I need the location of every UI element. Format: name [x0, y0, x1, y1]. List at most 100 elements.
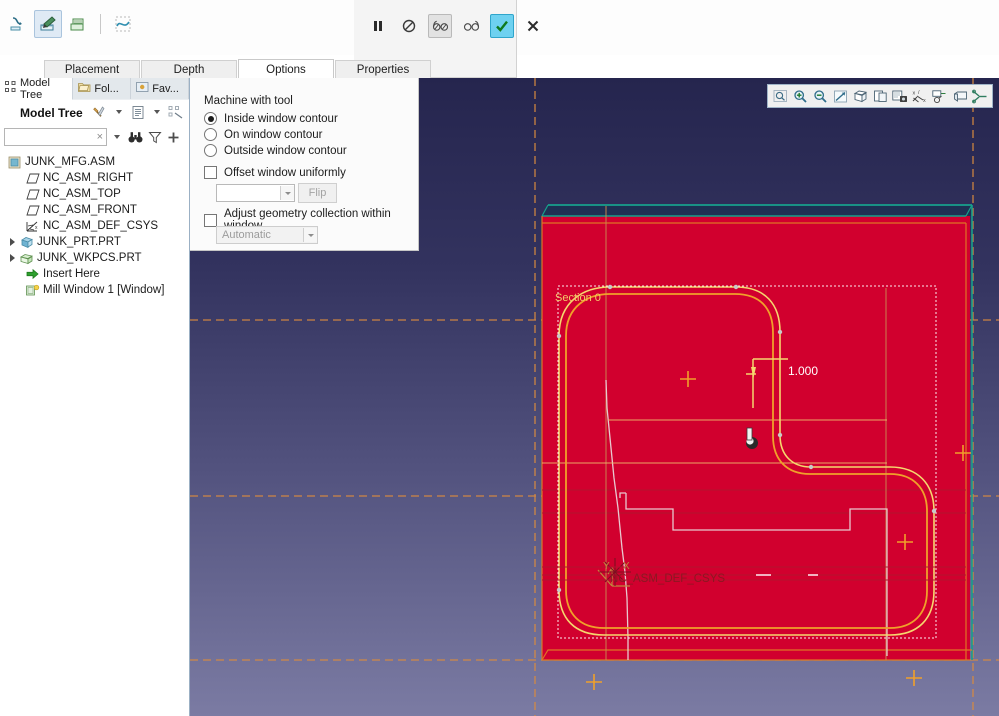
tree-tools-icon[interactable] [91, 103, 108, 121]
model-tree-icon [5, 81, 17, 96]
radio-inside-window-contour[interactable]: Inside window contour [204, 112, 338, 125]
saved-views-icon[interactable] [870, 87, 890, 106]
tree-item-nc-asm-def-csys[interactable]: x NC_ASM_DEF_CSYS [0, 218, 189, 234]
no-entry-button[interactable] [397, 14, 421, 38]
pause-button[interactable] [366, 14, 390, 38]
checkbox-offset-window-uniformly[interactable]: Offset window uniformly [204, 166, 346, 179]
application-window: Placement Depth Options Properties Model… [0, 0, 999, 716]
tab-properties[interactable]: Properties [335, 60, 431, 80]
nav-tab-label: Fol... [94, 83, 118, 95]
mill-window-sketch-icon[interactable] [4, 10, 32, 38]
tab-depth[interactable]: Depth [141, 60, 237, 80]
search-chevron-down-icon[interactable] [107, 128, 126, 146]
tree-item-nc-asm-right[interactable]: NC_ASM_RIGHT [0, 170, 189, 186]
csys-label: NC_ASM_DEF_CSYS [610, 573, 725, 585]
axis-x-label: X [623, 561, 630, 572]
datum-plane-icon [24, 205, 41, 216]
offset-value-combo[interactable] [216, 184, 295, 202]
insert-here-icon [24, 268, 41, 280]
verify-glasses-button[interactable] [459, 14, 483, 38]
assembly-icon [6, 156, 23, 169]
checkbox-indicator[interactable] [204, 214, 217, 227]
tree-item-junk-prt[interactable]: JUNK_PRT.PRT [0, 234, 189, 250]
tree-item-label: JUNK_WKPCS.PRT [35, 252, 142, 264]
model-tree-toolbar [91, 103, 184, 121]
tree-item-insert-here[interactable]: Insert Here [0, 266, 189, 282]
radio-indicator[interactable] [204, 128, 217, 141]
preview-glasses-button[interactable] [428, 14, 452, 38]
checkbox-indicator[interactable] [204, 166, 217, 179]
nav-tab-folder-browser[interactable]: Fol... [73, 78, 131, 99]
cancel-button[interactable] [521, 14, 545, 38]
mill-window-icon [24, 284, 41, 297]
zoom-in-icon[interactable] [790, 87, 810, 106]
tree-item-label: Insert Here [41, 268, 100, 280]
zoom-box-icon[interactable] [770, 87, 790, 106]
radio-indicator[interactable] [204, 112, 217, 125]
view-manager-icon[interactable] [890, 87, 910, 106]
favorites-icon [136, 81, 149, 96]
tree-tools-chevron-down-icon[interactable] [110, 103, 127, 121]
tree-settings-icon[interactable] [129, 103, 146, 121]
radio-outside-window-contour[interactable]: Outside window contour [204, 144, 347, 157]
tree-item-label: JUNK_MFG.ASM [23, 156, 115, 168]
tree-item-mill-window-1[interactable]: Mill Window 1 [Window] [0, 282, 189, 298]
flip-button[interactable]: Flip [298, 183, 337, 203]
model-tree-header: Model Tree [0, 100, 189, 126]
tab-options[interactable]: Options [238, 59, 334, 80]
mill-window-define-icon[interactable] [64, 10, 92, 38]
tree-item-junk-wkpcs[interactable]: JUNK_WKPCS.PRT [0, 250, 189, 266]
refit-icon[interactable] [830, 87, 850, 106]
options-panel: Machine with tool Inside window contour … [190, 78, 419, 251]
graphics-toolbar: x / x [767, 84, 993, 108]
navigator-tab-bar: Model Tree Fol... Fav... [0, 78, 189, 101]
radio-on-window-contour[interactable]: On window contour [204, 128, 322, 141]
tree-settings-chevron-down-icon[interactable] [148, 103, 165, 121]
zoom-out-icon[interactable] [810, 87, 830, 106]
model-tree-title: Model Tree [20, 106, 83, 120]
tree-item-label: JUNK_PRT.PRT [35, 236, 121, 248]
tree-item-nc-asm-front[interactable]: NC_ASM_FRONT [0, 202, 189, 218]
radio-label: On window contour [224, 129, 322, 141]
radio-label: Inside window contour [224, 113, 338, 125]
datum-plane-icon [24, 173, 41, 184]
adjust-mode-combo[interactable]: Automatic [216, 226, 318, 244]
tree-item-junk-mfg-asm[interactable]: JUNK_MFG.ASM [0, 154, 189, 170]
nav-tab-label: Fav... [152, 83, 179, 95]
add-item-icon[interactable] [164, 128, 183, 146]
navigator-pane: Model Tree Fol... Fav... [0, 78, 190, 716]
nav-tab-model-tree[interactable]: Model Tree [0, 78, 73, 100]
annotation-display-icon[interactable] [930, 87, 950, 106]
expand-toggle[interactable] [6, 254, 18, 262]
tree-item-label: NC_ASM_RIGHT [41, 172, 133, 184]
model-tree-list: JUNK_MFG.ASM NC_ASM_RIGHT NC_ASM_TOP [0, 150, 189, 716]
chevron-down-icon[interactable] [280, 186, 294, 200]
radio-indicator[interactable] [204, 144, 217, 157]
tree-filter-display-icon[interactable] [167, 103, 184, 121]
nav-tab-label: Model Tree [20, 77, 67, 101]
tree-item-nc-asm-top[interactable]: NC_ASM_TOP [0, 186, 189, 202]
accept-button[interactable] [490, 14, 514, 38]
funnel-filter-icon[interactable] [145, 128, 164, 146]
clear-search-icon[interactable]: × [97, 130, 103, 144]
binoculars-search-icon[interactable] [126, 128, 145, 146]
search-input[interactable]: × [4, 128, 107, 146]
checkbox-label: Offset window uniformly [224, 167, 346, 179]
datum-display-icon[interactable]: x / x [910, 87, 930, 106]
csys-icon: x [24, 220, 41, 233]
dimension-label[interactable]: 1.000 [788, 364, 818, 378]
mill-window-edit-icon[interactable] [34, 10, 62, 38]
tree-item-label: NC_ASM_TOP [41, 188, 121, 200]
folder-browser-icon [78, 81, 91, 96]
top-toolbar [0, 0, 999, 55]
chevron-down-icon[interactable] [303, 228, 317, 242]
reorient-view-icon[interactable] [850, 87, 870, 106]
section-display-icon[interactable] [970, 87, 990, 106]
expand-toggle[interactable] [6, 238, 18, 246]
dashboard-tab-bar: Placement Depth Options Properties [44, 59, 432, 80]
nav-tab-favorites[interactable]: Fav... [131, 78, 189, 99]
display-style-icon[interactable] [950, 87, 970, 106]
curve-sketch-icon[interactable] [109, 10, 137, 38]
machine-with-tool-label: Machine with tool [204, 95, 293, 107]
section-label: Section 0 [555, 292, 601, 304]
